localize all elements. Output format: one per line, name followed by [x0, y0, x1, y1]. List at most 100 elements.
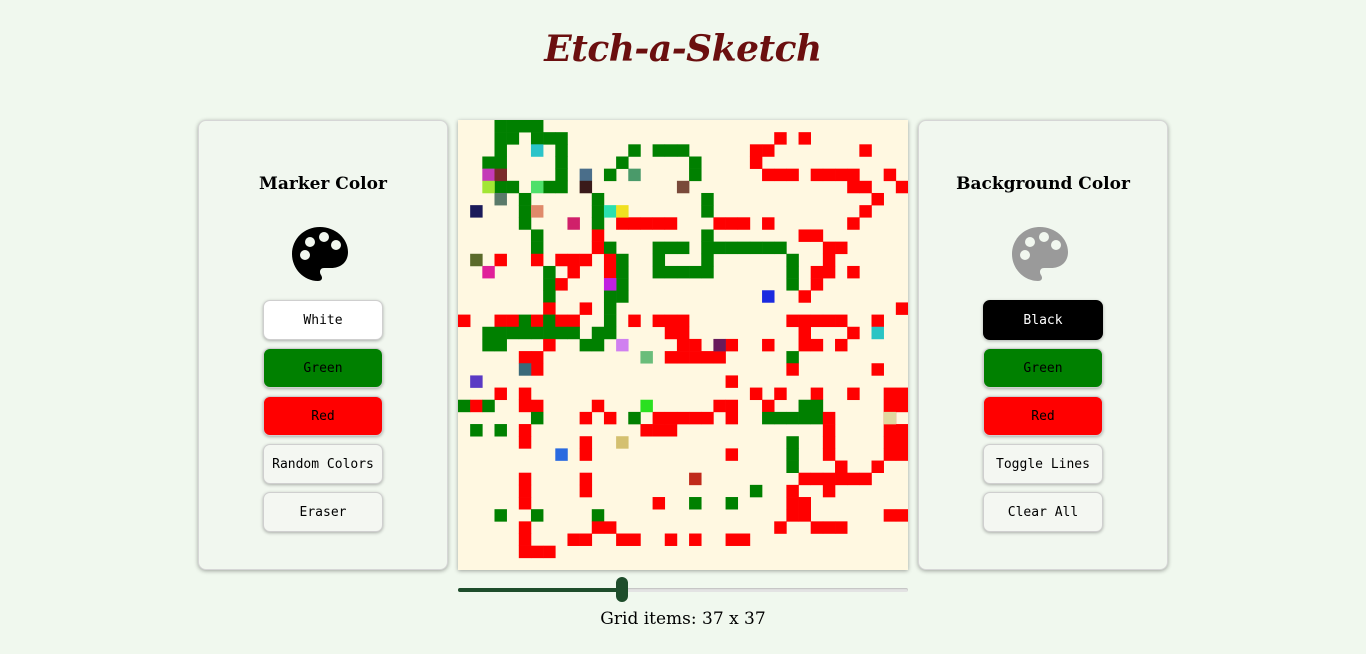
grid-cell[interactable] [810, 338, 824, 352]
grid-cell[interactable] [676, 241, 690, 255]
grid-cell[interactable] [518, 120, 532, 133]
grid-cell[interactable] [810, 168, 824, 182]
grid-cell[interactable] [786, 484, 799, 498]
grid-cell[interactable] [518, 351, 532, 364]
grid-cell[interactable] [701, 241, 714, 255]
grid-cell[interactable] [652, 241, 666, 255]
grid-cell[interactable] [555, 168, 568, 182]
grid-cell[interactable] [603, 326, 617, 340]
grid-cell[interactable] [883, 509, 897, 522]
grid-cell[interactable] [725, 533, 739, 546]
grid-cell[interactable] [835, 241, 848, 255]
grid-cell[interactable] [774, 411, 787, 425]
grid-cell[interactable] [543, 545, 556, 559]
grid-cell[interactable] [664, 314, 678, 328]
grid-cell[interactable] [786, 448, 799, 461]
grid-cell[interactable] [676, 411, 690, 425]
grid-cell[interactable] [603, 253, 617, 267]
grid-cell[interactable] [555, 314, 568, 328]
grid-cell[interactable] [603, 411, 617, 425]
grid-cell[interactable] [530, 314, 544, 328]
grid-cell[interactable] [579, 484, 593, 498]
grid-cell[interactable] [555, 278, 568, 291]
grid-cell[interactable] [543, 265, 556, 279]
grid-cell[interactable] [701, 265, 714, 279]
grid-cell[interactable] [518, 217, 532, 230]
grid-cell[interactable] [567, 253, 580, 267]
grid-cell[interactable] [701, 192, 714, 206]
grid-cell[interactable] [567, 326, 580, 340]
grid-cell[interactable] [749, 144, 763, 157]
grid-cell[interactable] [713, 241, 726, 255]
grid-cell[interactable] [494, 156, 507, 169]
grid-cell[interactable] [591, 205, 605, 218]
grid-cell[interactable] [786, 436, 799, 449]
grid-cell[interactable] [798, 290, 811, 303]
grid-cell[interactable] [603, 521, 617, 534]
grid-cell[interactable] [555, 132, 568, 145]
grid-cell[interactable] [737, 241, 751, 255]
grid-cell[interactable] [664, 265, 678, 279]
grid-cell[interactable] [749, 241, 763, 255]
grid-cell[interactable] [701, 229, 714, 242]
grid-cell[interactable] [652, 253, 666, 267]
grid-cell[interactable] [494, 338, 507, 352]
grid-cell[interactable] [470, 205, 483, 218]
grid-cell[interactable] [530, 229, 544, 242]
grid-cell[interactable] [664, 411, 678, 425]
grid-cell[interactable] [762, 144, 775, 157]
grid-cell[interactable] [494, 326, 507, 340]
grid-cell[interactable] [664, 217, 678, 230]
grid-cell[interactable] [689, 497, 702, 510]
grid-cell[interactable] [530, 545, 544, 559]
grid-cell[interactable] [798, 509, 811, 522]
grid-cell[interactable] [774, 241, 787, 255]
grid-cell[interactable] [822, 411, 836, 425]
grid-cell[interactable] [494, 132, 507, 145]
grid-cell[interactable] [786, 253, 799, 267]
grid-cell[interactable] [506, 314, 520, 328]
grid-cell[interactable] [543, 180, 556, 194]
grid-cell[interactable] [810, 278, 824, 291]
grid-cell[interactable] [494, 192, 507, 206]
grid-cell[interactable] [579, 472, 593, 486]
grid-cell[interactable] [482, 156, 495, 169]
marker-random-colors-button[interactable]: Random Colors [263, 444, 383, 484]
grid-cell[interactable] [676, 326, 690, 340]
grid-cell[interactable] [591, 509, 605, 522]
grid-cell[interactable] [652, 144, 666, 157]
grid-cell[interactable] [616, 338, 629, 352]
grid-cell[interactable] [518, 497, 532, 510]
grid-cell[interactable] [762, 399, 775, 413]
grid-cell[interactable] [847, 472, 860, 486]
grid-cell[interactable] [603, 205, 617, 218]
grid-cell[interactable] [579, 338, 593, 352]
grid-cell[interactable] [725, 448, 739, 461]
grid-cell[interactable] [567, 533, 580, 546]
grid-cell[interactable] [895, 399, 909, 413]
grid-cell[interactable] [518, 533, 532, 546]
grid-cell[interactable] [530, 326, 544, 340]
grid-cell[interactable] [579, 253, 593, 267]
grid-cell[interactable] [664, 533, 678, 546]
grid-cell[interactable] [555, 180, 568, 194]
grid-cell[interactable] [786, 460, 799, 473]
grid-cell[interactable] [798, 497, 811, 510]
grid-cell[interactable] [579, 533, 593, 546]
grid-cell[interactable] [786, 411, 799, 425]
grid-cell[interactable] [689, 168, 702, 182]
grid-cell[interactable] [543, 314, 556, 328]
grid-cell[interactable] [786, 314, 799, 328]
grid-cell[interactable] [518, 399, 532, 413]
grid-cell[interactable] [518, 205, 532, 218]
grid-cell[interactable] [701, 411, 714, 425]
grid-cell[interactable] [847, 387, 860, 401]
grid-cell[interactable] [494, 144, 507, 157]
grid-cell[interactable] [628, 168, 641, 182]
grid-cell[interactable] [652, 424, 666, 437]
grid-cell[interactable] [640, 217, 653, 230]
grid-cell[interactable] [591, 241, 605, 255]
grid-cell[interactable] [603, 290, 617, 303]
grid-cell[interactable] [530, 120, 544, 133]
grid-cell[interactable] [579, 302, 593, 315]
